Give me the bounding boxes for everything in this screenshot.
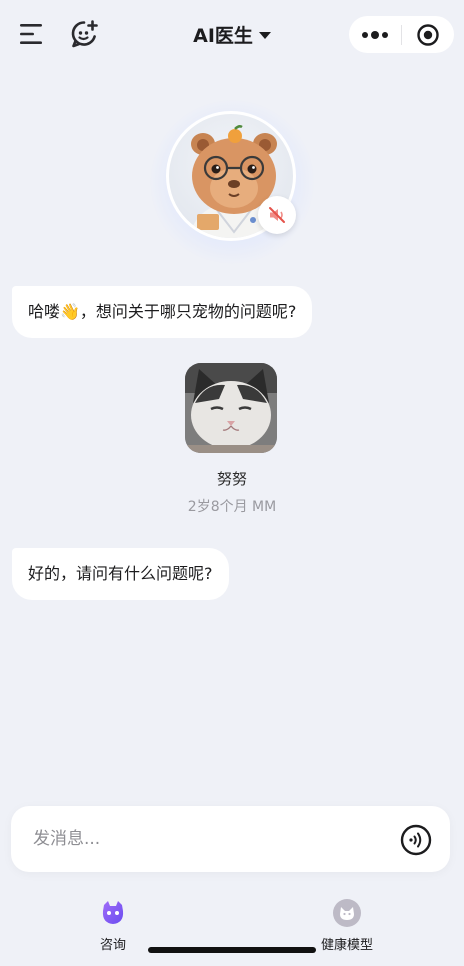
assistant-message-bubble: 哈喽👋，想问关于哪只宠物的问题呢? [12, 286, 313, 338]
top-navigation-bar: AI医生 [0, 0, 464, 70]
tab-health-model[interactable]: 健康模型 [287, 898, 407, 953]
bottom-tab-bar: 咨询 健康模型 [0, 880, 464, 966]
target-icon[interactable] [402, 16, 454, 53]
chevron-down-icon [258, 31, 271, 39]
pet-info: 2岁8个月 MM [187, 499, 277, 515]
assistant-message-bubble: 好的，请问有什么问题呢? [12, 548, 229, 600]
consult-bot-icon [102, 901, 124, 924]
message-text: 好的，请问有什么问题呢? [28, 564, 213, 583]
page-title: AI医生 [193, 24, 253, 47]
message-text: 哈喽👋，想问关于哪只宠物的问题呢? [28, 302, 297, 321]
home-indicator [148, 947, 316, 953]
message-composer [11, 806, 450, 872]
cat-photo[interactable] [185, 363, 277, 453]
tab-label: 咨询 [99, 938, 126, 953]
speaker-muted-icon[interactable] [258, 196, 296, 234]
cat-model-icon [333, 899, 361, 927]
voice-wave-icon[interactable] [400, 824, 432, 856]
tab-label: 健康模型 [320, 938, 373, 953]
mini-program-capsule [349, 16, 454, 53]
message-input[interactable] [33, 806, 373, 872]
more-dots-icon[interactable] [349, 16, 401, 53]
pet-name: 努努 [216, 470, 247, 488]
tab-consult[interactable]: 咨询 [53, 898, 173, 953]
